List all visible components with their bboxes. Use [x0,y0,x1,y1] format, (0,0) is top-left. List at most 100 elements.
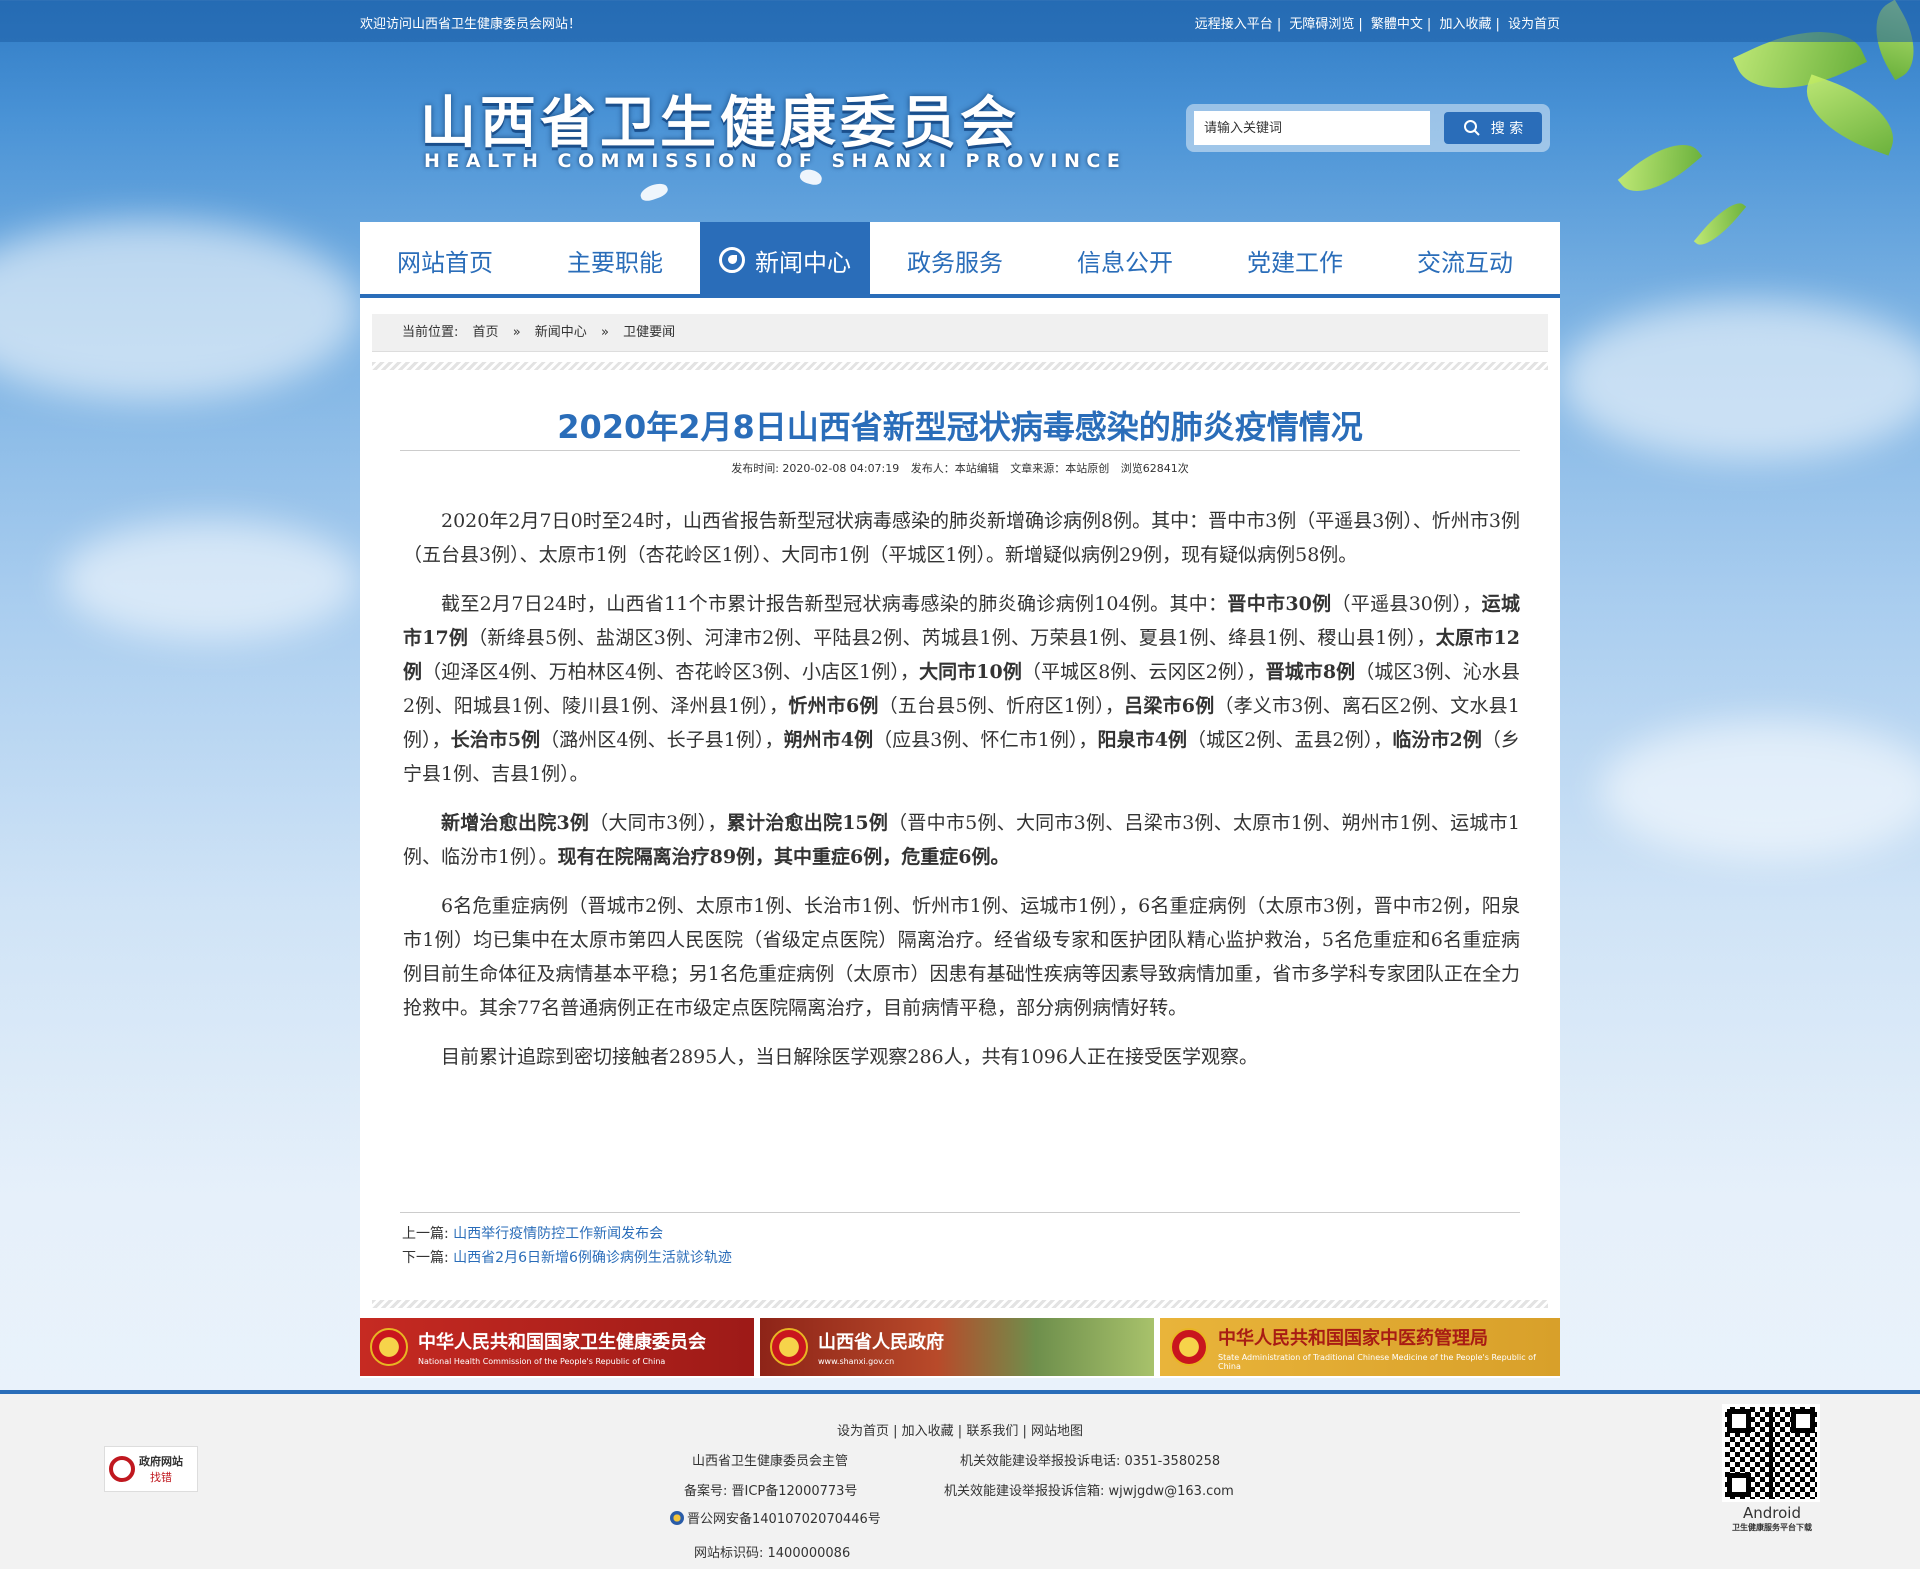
top-link-add-favorite[interactable]: 加入收藏 [1439,17,1491,32]
breadcrumb-separator: » [512,325,521,340]
footer-link-add-favorite[interactable]: 加入收藏 [902,1424,954,1439]
separator: | [1495,17,1500,32]
police-record-link[interactable]: 晋公网安备14010702070446号 [687,1508,881,1527]
divider [400,450,1520,451]
banner-text: 山西省人民政府 www.shanxi.gov.cn [818,1328,944,1366]
nav-item-label: 主要职能 [567,248,663,277]
next-article-link[interactable]: 山西省2月6日新增6例确诊病例生活就诊轨迹 [453,1250,732,1266]
article-title: 2020年2月8日山西省新型冠状病毒感染的肺炎疫情情况 [557,408,1363,446]
qr-android-label: Android [1743,1504,1801,1522]
icp-link[interactable]: 备案号: 晋ICP备12000773号 [684,1484,857,1499]
banner-subtitle: www.shanxi.gov.cn [818,1357,895,1366]
national-emblem-icon [770,1328,808,1366]
magnifier-icon [109,1456,135,1482]
qr-caption: Android 卫生健康服务平台下载 [1712,1504,1832,1533]
article-body: 2020年2月7日0时至24时，山西省报告新型冠状病毒感染的肺炎新增确诊病例8例… [403,504,1520,1089]
banner-text: 中华人民共和国国家卫生健康委员会 National Health Commiss… [418,1328,706,1366]
main-content: 网站首页 主要职能 新闻中心 政务服务 信息公开 党建工作 交流互动 当前位置:… [360,222,1560,1378]
prev-label: 上一篇: [402,1226,449,1242]
top-link-remote-access[interactable]: 远程接入平台 [1195,17,1273,32]
banner-title: 中华人民共和国国家中医药管理局 [1218,1327,1488,1349]
article-paragraph: 2020年2月7日0时至24时，山西省报告新型冠状病毒感染的肺炎新增确诊病例8例… [403,510,1520,566]
next-label: 下一篇: [402,1250,449,1266]
welcome-text: 欢迎访问山西省卫生健康委员会网站！ [360,17,582,32]
nav-item-label: 信息公开 [1077,248,1173,277]
banner-tcm-administration[interactable]: 中华人民共和国国家中医药管理局 State Administration of … [1160,1318,1560,1376]
top-link-traditional-chinese[interactable]: 繁體中文 [1371,17,1423,32]
site-logo-english: HEALTH COMMISSION OF SHANXI PROVINCE [424,150,1127,172]
banner-shanxi-government[interactable]: 山西省人民政府 www.shanxi.gov.cn [760,1318,1154,1376]
nav-item-government-services[interactable]: 政务服务 [870,222,1040,298]
qr-platform-label: 卫生健康服务平台下载 [1732,1523,1812,1532]
divider [400,1212,1520,1213]
footer-icp: 备案号: 晋ICP备12000773号 [684,1480,857,1499]
nav-item-party-building[interactable]: 党建工作 [1210,222,1380,298]
nav-item-label: 网站首页 [397,248,493,277]
footer-police-record: 晋公网安备14010702070446号 [670,1508,881,1527]
site-logo-chinese[interactable]: 山西省卫生健康委员会 [420,78,1020,159]
search-button-label: 搜 索 [1490,121,1524,137]
police-badge-icon [670,1510,684,1525]
breadcrumb-news-center[interactable]: 新闻中心 [535,325,587,340]
error-report-line1: 政府网站 [139,1455,183,1468]
prev-article-link[interactable]: 山西举行疫情防控工作新闻发布会 [453,1226,663,1242]
footer-links: 设为首页 | 加入收藏 | 联系我们 | 网站地图 [836,1424,1084,1439]
search-box: 搜 索 [1186,104,1550,152]
divider [372,362,1548,370]
nav-item-news-center[interactable]: 新闻中心 [700,222,870,298]
dove-decoration [638,180,670,204]
banner-subtitle: State Administration of Traditional Chin… [1218,1352,1536,1371]
nav-item-home[interactable]: 网站首页 [360,222,530,298]
search-input[interactable] [1194,111,1430,145]
top-link-set-homepage[interactable]: 设为首页 [1508,17,1560,32]
view-count: 浏览62841次 [1120,462,1189,475]
next-article: 下一篇: 山西省2月6日新增6例确诊病例生活就诊轨迹 [402,1246,732,1270]
nav-item-information-disclosure[interactable]: 信息公开 [1040,222,1210,298]
nav-item-label: 新闻中心 [755,248,851,277]
footer-complaint-phone: 机关效能建设举报投诉电话: 0351-3580258 [960,1454,1221,1469]
banner-subtitle: National Health Commission of the People… [418,1357,666,1366]
background-cloud [1600,720,1920,860]
article-paragraph: 新增治愈出院3例（大同市3例），累计治愈出院15例（晋中市5例、大同市3例、吕梁… [403,812,1520,868]
breadcrumb: 当前位置: 首页 » 新闻中心 » 卫健要闻 [372,314,1548,352]
nav-item-functions[interactable]: 主要职能 [530,222,700,298]
footer: 政府网站 找错 设为首页 | 加入收藏 | 联系我们 | 网站地图 山西省卫生健… [0,1390,1920,1569]
breadcrumb-home[interactable]: 首页 [473,325,499,340]
divider [372,1300,1548,1308]
banner-title: 中华人民共和国国家卫生健康委员会 [418,1332,706,1353]
globe-icon [719,247,745,273]
leaf-decoration [1693,195,1747,253]
banner-nhc[interactable]: 中华人民共和国国家卫生健康委员会 National Health Commiss… [360,1318,754,1376]
nav-item-label: 交流互动 [1417,248,1513,277]
banner-title: 山西省人民政府 [818,1332,944,1353]
nav-item-label: 政务服务 [907,248,1003,277]
breadcrumb-label: 当前位置: [402,325,459,340]
article-source: 文章来源：本站原创 [1010,462,1110,475]
footer-link-set-homepage[interactable]: 设为首页 [837,1424,889,1439]
nav-item-label: 党建工作 [1247,248,1343,277]
separator: | [1358,17,1363,32]
qr-code-image [1722,1404,1820,1502]
footer-link-contact[interactable]: 联系我们 [966,1424,1018,1439]
search-icon [1463,120,1480,136]
nav-item-interaction[interactable]: 交流互动 [1380,222,1550,298]
government-site-error-report[interactable]: 政府网站 找错 [104,1446,198,1492]
top-links: 远程接入平台 | 无障碍浏览 | 繁體中文 | 加入收藏 | 设为首页 [1195,13,1560,32]
qr-finder-pattern [1727,1409,1751,1433]
breadcrumb-health-news[interactable]: 卫健要闻 [623,325,675,340]
search-button[interactable]: 搜 索 [1444,112,1542,144]
article-paragraph: 目前累计追踪到密切接触者2895人，当日解除医学观察286人，共有1096人正在… [441,1046,1258,1068]
background-cloud [1560,300,1920,460]
top-bar: 欢迎访问山西省卫生健康委员会网站！ 远程接入平台 | 无障碍浏览 | 繁體中文 | 加… [0,0,1920,42]
prev-next-links: 上一篇: 山西举行疫情防控工作新闻发布会 下一篇: 山西省2月6日新增6例确诊病… [402,1222,732,1270]
footer-sponsor: 山西省卫生健康委员会主管 [692,1454,849,1469]
background-cloud [60,520,360,640]
prev-article: 上一篇: 山西举行疫情防控工作新闻发布会 [402,1222,732,1246]
leaf-decoration [1794,74,1906,156]
footer-complaint-email: 机关效能建设举报投诉信箱: wjwjgdw@163.com [944,1484,1234,1499]
background-cloud [0,220,360,400]
article-paragraph: 6名危重症病例（晋城市2例、太原市1例、长治市1例、忻州市1例、运城市1例），6… [403,895,1520,1019]
top-link-accessibility[interactable]: 无障碍浏览 [1289,17,1354,32]
qr-finder-pattern [1791,1409,1815,1433]
footer-link-sitemap[interactable]: 网站地图 [1031,1424,1083,1439]
